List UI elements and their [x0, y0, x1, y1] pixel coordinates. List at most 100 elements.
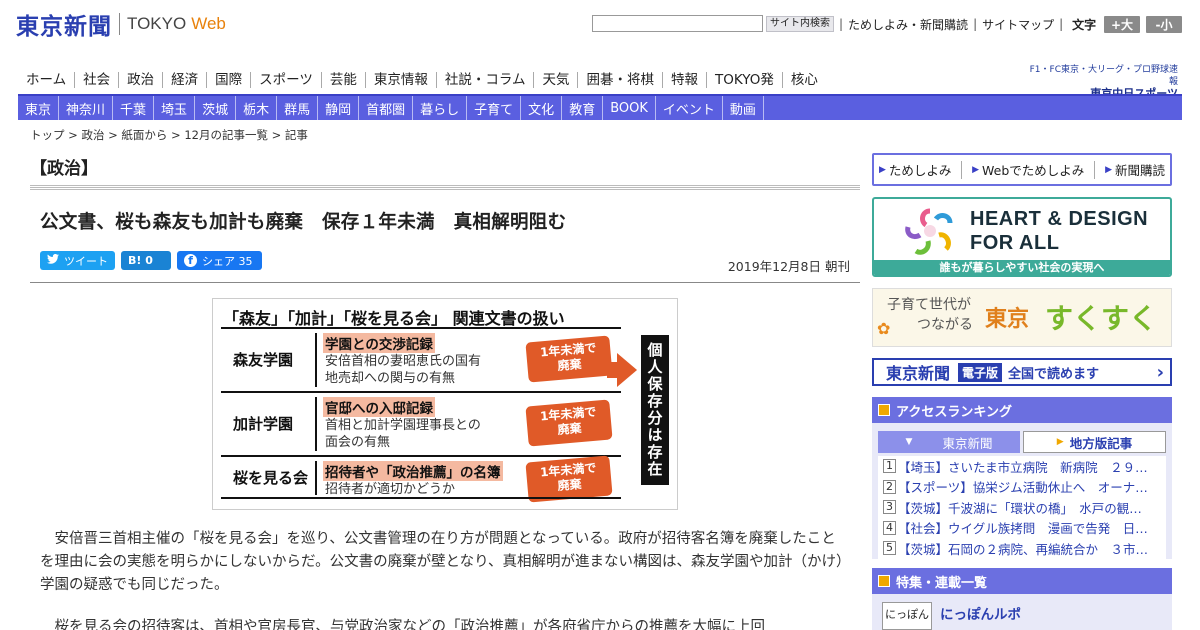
search-input[interactable] — [592, 15, 763, 32]
figure-row-description: 安倍首相の妻昭恵氏の国有 地売却への関与の有無 — [325, 353, 481, 387]
main-nav: ホーム 社会 政治 経済 国際 スポーツ 芸能 東京情報 社説・コラム 天気 囲碁・将棋 特報 TOKY… — [18, 68, 826, 92]
subscription-link-label: ためしよみ — [888, 163, 952, 178]
main-nav-item[interactable]: 核心 — [781, 72, 826, 88]
ranking-item[interactable]: 3 【茨城】千波湖に「環状の橋」 水戸の観… — [878, 497, 1166, 518]
ranking-tab-tokyo[interactable]: ▼ 東京新聞 — [878, 431, 1020, 453]
digital-edition-logo: 東京新聞 — [886, 364, 951, 383]
main-nav-item[interactable]: 政治 — [118, 72, 162, 88]
triangle-right-icon: ▶ — [1056, 437, 1064, 447]
link-separator: | — [973, 17, 978, 31]
sub-nav-item[interactable]: 首都圏 — [359, 96, 414, 120]
figure-row: 森友学園 学園との交渉記録 安倍首相の妻昭恵氏の国有 地売却への関与の有無 1年未満で廃… — [221, 327, 621, 389]
link-sitemap[interactable]: サイトマップ — [982, 16, 1054, 33]
sub-nav-item[interactable]: 茨城 — [195, 96, 237, 120]
sub-nav-item[interactable]: 文化 — [521, 96, 563, 120]
sub-nav-item[interactable]: BOOK — [603, 96, 656, 120]
main-nav-item[interactable]: 社説・コラム — [435, 72, 534, 88]
sub-nav-item[interactable]: 教育 — [562, 96, 604, 120]
sub-nav-item[interactable]: 群馬 — [277, 96, 319, 120]
ranking-text: 【社会】ウイグル族拷問 漫画で告発 日… — [898, 521, 1148, 537]
ranking-text: 【スポーツ】協栄ジム活動休止へ オーナ… — [898, 480, 1148, 496]
font-larger-button[interactable]: +大 — [1104, 16, 1140, 33]
triangle-right-icon: ▶ — [972, 164, 980, 175]
ranking-item[interactable]: 1 【埼玉】さいたま市立病院 新病院 ２９… — [878, 456, 1166, 477]
discard-stamp: 1年未満で 廃棄 — [525, 335, 613, 383]
figure-row-document: 官邸への入邸記録 — [323, 397, 435, 417]
figure-row-name: 森友学園 — [233, 351, 294, 369]
ranking-header: アクセスランキング — [872, 397, 1172, 423]
sub-nav-item[interactable]: 暮らし — [413, 96, 468, 120]
figure-row: 加計学園 官邸への入邸記録 首相と加計学園理事長との 面会の有無 1年未満で 廃棄 — [221, 391, 621, 453]
sub-nav-item[interactable]: 東京 — [18, 96, 60, 120]
subscription-link-label: Webでためしよみ — [982, 163, 1085, 178]
tweet-button[interactable]: ツイート — [40, 251, 115, 270]
discard-stamp: 1年未満で 廃棄 — [525, 399, 613, 447]
ranking-item[interactable]: 2 【スポーツ】協栄ジム活動休止へ オーナ… — [878, 477, 1166, 498]
figure-row-desc-line: 安倍首相の妻昭恵氏の国有 — [325, 354, 482, 369]
tweet-label: ツイート — [64, 254, 108, 268]
font-smaller-button[interactable]: -小 — [1146, 16, 1182, 33]
feature-link[interactable]: にっぽんルポ — [940, 603, 1021, 623]
ranking-item[interactable]: 4 【社会】ウイグル族拷問 漫画で告発 日… — [878, 518, 1166, 539]
main-nav-item[interactable]: ホーム — [18, 72, 74, 88]
figure-table: 「森友」「加計」「桜を見る会」 関連文書の扱い 森友学園 学園との交渉記録 安倍首相… — [221, 305, 670, 503]
main-nav-item[interactable]: TOKYO発 — [705, 72, 782, 88]
main-nav-item[interactable]: 東京情報 — [364, 72, 436, 88]
sukusuku-tagline-1: 子育て世代が — [887, 297, 971, 313]
article-rule — [30, 282, 860, 283]
sukusuku-name: すくすく — [1045, 302, 1158, 335]
sub-nav-item[interactable]: 神奈川 — [59, 96, 114, 120]
ranking-square-icon — [878, 404, 890, 416]
top-links: | ためしよみ・新聞購読 | サイトマップ | 文字（0） — [834, 16, 1129, 32]
main-nav-item[interactable]: 経済 — [162, 72, 206, 88]
main-nav-item[interactable]: 芸能 — [320, 72, 365, 88]
sukusuku-banner[interactable]: 子育て世代が つながる ✿ 東京 すくすく — [872, 288, 1172, 347]
main-nav-item[interactable]: 社会 — [74, 72, 118, 88]
sub-nav-item[interactable]: 動画 — [723, 96, 764, 120]
site-logo[interactable]: 東京新聞 TOKYO Web — [16, 9, 226, 40]
sub-nav-item[interactable]: 栃木 — [236, 96, 278, 120]
facebook-share-label: シェア 35 — [202, 254, 253, 268]
facebook-share-button[interactable]: f シェア 35 — [177, 251, 262, 270]
sub-nav-item[interactable]: 静岡 — [318, 96, 360, 120]
link-tameshiyomi[interactable]: ためしよみ・新聞購読 — [848, 16, 968, 33]
figure-row-name: 加計学園 — [233, 415, 294, 433]
subscription-link[interactable]: ▶ ためしよみ — [879, 160, 951, 179]
sub-nav: 東京 神奈川 千葉 埼玉 茨城 栃木 群馬 静岡 首都圏 暮らし 子育て 文化 教育 BOOK イベント 動画 — [18, 96, 1182, 120]
breadcrumb[interactable]: トップ > 政治 > 紙面から > 12月の記事一覧 > 記事 — [30, 127, 308, 143]
sukusuku-tokyo: 東京 — [985, 307, 1030, 332]
digital-edition-banner[interactable]: 東京新聞 電子版 全国で読めます › — [872, 358, 1172, 386]
ranking-number: 1 — [883, 459, 896, 474]
figure-arrow-icon — [617, 353, 637, 387]
sukusuku-tagline-2: つながる — [917, 317, 973, 333]
sub-nav-item[interactable]: 埼玉 — [154, 96, 196, 120]
sukusuku-tagline: 子育て世代が つながる — [887, 295, 973, 335]
ranking-item[interactable]: 5 【茨城】石岡の２病院、再編統合か ３市… — [878, 538, 1166, 559]
heart-banner-line2: FOR ALL — [970, 232, 1060, 254]
ranking-tab-local[interactable]: ▶ 地方版記事 — [1023, 431, 1166, 453]
search-button[interactable]: サイト内検索 — [766, 16, 834, 32]
figure-row-desc-line: 首相と加計学園理事長との — [325, 418, 481, 433]
figure-row-name: 桜を見る会 — [233, 469, 309, 487]
sub-nav-item[interactable]: イベント — [656, 96, 723, 120]
figure-row-desc-line: 地売却への関与の有無 — [325, 371, 456, 386]
subscription-link[interactable]: ▶ Webでためしよみ — [972, 160, 1084, 179]
main-nav-item[interactable]: 天気 — [533, 72, 577, 88]
main-nav-item[interactable]: 特報 — [661, 72, 706, 88]
main-nav-item[interactable]: スポーツ — [250, 72, 321, 88]
sub-nav-item[interactable]: 子育て — [467, 96, 522, 120]
main-nav-item[interactable]: 囲碁・将棋 — [577, 72, 662, 88]
feature-thumbnail[interactable]: にっぽん — [882, 602, 932, 630]
hatena-bookmark-button[interactable]: B! 0 — [121, 251, 171, 270]
figure-row-document: 学園との交渉記録 — [323, 333, 435, 353]
link-separator: | — [839, 17, 844, 31]
ranking-tab-tokyo-label: 東京新聞 — [942, 435, 993, 451]
figure-row-description: 招待者が適切かどうか — [325, 481, 455, 498]
subscription-link[interactable]: ▶ 新聞購読 — [1105, 160, 1165, 179]
heart-design-banner[interactable]: HEART & DESIGN FOR ALL 誰もが暮らしやすい社会の実現へ — [872, 197, 1172, 277]
sub-nav-item[interactable]: 千葉 — [113, 96, 155, 120]
features-title: 特集・連載一覧 — [896, 575, 988, 591]
main-nav-item[interactable]: 国際 — [206, 72, 250, 88]
ranking-tab-local-label: 地方版記事 — [1069, 435, 1133, 451]
article-paragraph-1: 安倍晋三首相主催の「桜を見る会」を巡り、公文書管理の在り方が問題となっている。政… — [40, 531, 844, 593]
